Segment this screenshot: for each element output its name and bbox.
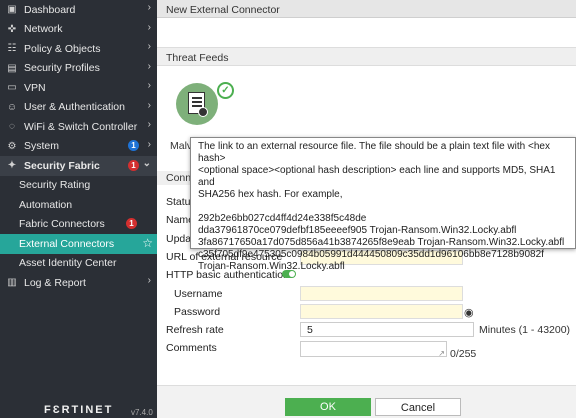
sidebar: ▣ Dashboard › ✜ Network › ☷ Policy & Obj… (0, 0, 157, 418)
sidebar-item-label: VPN (24, 81, 46, 94)
cancel-button[interactable]: Cancel (375, 398, 461, 416)
sidebar-item-label: Automation (19, 198, 73, 211)
vpn-icon: ▭ (7, 82, 17, 94)
gear-icon: ⚙ (7, 140, 17, 152)
star-icon[interactable]: ☆ (142, 236, 153, 250)
refresh-rate-label: Refresh rate (166, 324, 224, 336)
password-input[interactable] (300, 304, 463, 319)
network-icon: ✜ (7, 23, 17, 35)
tooltip-example-line: 292b2e6bb027cd4ff4d24e338f5c48de (198, 213, 367, 224)
chevron-right-icon: › (147, 60, 151, 72)
chevron-right-icon: › (147, 275, 151, 286)
version-label: v7.4.0 (131, 408, 153, 417)
section-threat-feeds: Threat Feeds (157, 47, 576, 66)
chart-icon: ▥ (7, 277, 17, 289)
sidebar-item-label: WiFi & Switch Controller (24, 120, 138, 133)
sidebar-item-label: Security Fabric (24, 159, 100, 172)
chevron-right-icon: › (147, 2, 151, 13)
sidebar-item-network[interactable]: ✜ Network › (0, 20, 157, 40)
sidebar-item-asset-identity-center[interactable]: Asset Identity Center (0, 254, 157, 274)
comments-textarea[interactable] (300, 341, 447, 358)
username-input[interactable] (300, 286, 463, 301)
user-icon: ☺ (6, 101, 18, 113)
tooltip-text: <optional space><optional hash descripti… (198, 165, 556, 188)
tooltip-example-line: dda37961870ce079defbf185eeeef905 Trojan-… (198, 225, 517, 236)
notification-badge: 1 (128, 159, 139, 171)
bug-icon (198, 107, 208, 117)
tooltip-text: SHA256 hex hash. For example, (198, 189, 343, 200)
threat-feed-icon[interactable] (176, 83, 218, 125)
chevron-right-icon: › (147, 99, 151, 111)
tooltip-example-line: Trojan-Ransom.Win32.Locky.abfl (198, 261, 345, 272)
sidebar-item-log-report[interactable]: ▥ Log & Report › (0, 273, 157, 293)
sidebar-item-dashboard[interactable]: ▣ Dashboard › (0, 0, 157, 20)
chevron-right-icon: › (147, 80, 151, 91)
page-title: New External Connector (157, 0, 576, 18)
tooltip-example-line: 3fa86717650a17d075d856a41b3874265f8e9eab… (198, 237, 565, 248)
sidebar-item-user-authentication[interactable]: ☺ User & Authentication › (0, 98, 157, 118)
sidebar-item-system[interactable]: ⚙ System 1 › (0, 137, 157, 157)
sidebar-item-label: External Connectors (19, 237, 115, 250)
sidebar-item-label: Asset Identity Center (19, 257, 117, 270)
sidebar-item-label: Security Profiles (24, 62, 100, 75)
dashboard-icon: ▣ (7, 4, 17, 16)
chevron-right-icon: › (147, 119, 151, 130)
wifi-icon: ◌ (9, 121, 15, 133)
sidebar-item-label: Security Rating (19, 179, 91, 192)
sidebar-item-label: User & Authentication (24, 101, 125, 114)
malware-hash-label: Malv (170, 140, 193, 152)
chevron-right-icon: › (147, 41, 151, 52)
sidebar-item-external-connectors[interactable]: External Connectors ☆ (0, 234, 157, 254)
username-label: Username (174, 288, 223, 300)
sidebar-item-vpn[interactable]: ▭ VPN › (0, 78, 157, 98)
ok-button[interactable]: OK (285, 398, 371, 416)
notification-badge: 1 (126, 218, 137, 229)
sidebar-item-wifi-switch[interactable]: ◌ WiFi & Switch Controller › (0, 117, 157, 137)
policy-icon: ☷ (7, 43, 17, 55)
password-label: Password (174, 306, 221, 318)
sidebar-item-label: Network (24, 23, 63, 36)
notification-badge: 1 (128, 140, 139, 151)
fabric-icon: ✦ (7, 160, 17, 172)
sidebar-item-label: Policy & Objects (24, 42, 101, 55)
sidebar-item-label: Dashboard (24, 3, 76, 16)
chevron-down-icon: ⌄ (142, 158, 151, 169)
sidebar-item-security-profiles[interactable]: ▤ Security Profiles › (0, 59, 157, 79)
url-help-tooltip: The link to an external resource file. T… (190, 137, 576, 272)
sidebar-item-fabric-connectors[interactable]: Fabric Connectors 1 (0, 215, 157, 235)
comments-counter: 0/255 (450, 348, 477, 360)
tooltip-text: The link to an external resource file. T… (198, 141, 550, 164)
refresh-rate-hint: Minutes (1 - 43200) (479, 324, 571, 336)
sidebar-item-label: Fabric Connectors (19, 218, 105, 231)
sidebar-item-label: System (24, 140, 60, 153)
brand-logo: FԐRTINET (44, 404, 114, 416)
sidebar-item-security-fabric[interactable]: ✦ Security Fabric 1 ⌄ (0, 156, 157, 176)
comments-label: Comments (166, 342, 217, 354)
chevron-right-icon: › (147, 138, 151, 150)
eye-icon[interactable]: ◉ (464, 306, 474, 319)
sidebar-item-automation[interactable]: Automation (0, 195, 157, 215)
sidebar-item-label: Log & Report (24, 276, 86, 289)
sidebar-item-security-rating[interactable]: Security Rating (0, 176, 157, 196)
tooltip-example-line: c35f705df9e475305c0984b05991d444450809c3… (198, 249, 544, 260)
refresh-rate-input[interactable]: 5 (300, 322, 474, 337)
check-icon: ✓ (217, 82, 234, 99)
lock-icon: ▤ (7, 62, 17, 74)
chevron-right-icon: › (147, 21, 151, 33)
sidebar-item-policy-objects[interactable]: ☷ Policy & Objects › (0, 39, 157, 59)
